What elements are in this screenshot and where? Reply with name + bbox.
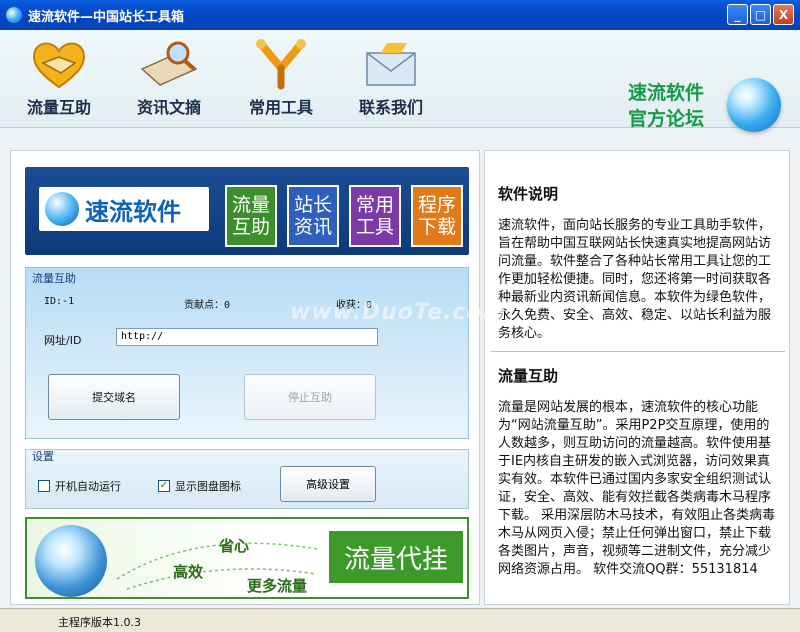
- settings-group-title: 设置: [32, 450, 54, 463]
- mail-icon: [359, 36, 423, 92]
- toolbar-contact-us[interactable]: 联系我们: [346, 36, 436, 118]
- maximize-button[interactable]: □: [750, 4, 771, 25]
- tile-traffic[interactable]: 流量 互助: [225, 185, 277, 247]
- toolbar-label: 流量互助: [26, 98, 91, 117]
- tile-line: 程序: [417, 194, 456, 216]
- toolbar-news-digest[interactable]: 资讯文摘: [124, 36, 214, 118]
- traffic-exchange-group: 流量互助 ID:-1 贡献点：0 收获：0 网址/ID http:// 提交域名…: [25, 267, 469, 439]
- tile-download[interactable]: 程序 下载: [411, 185, 463, 247]
- traffic-group-title: 流量互助: [32, 272, 76, 285]
- logo-orb-icon: [45, 192, 79, 226]
- tile-news[interactable]: 站长 资讯: [287, 185, 339, 247]
- ad-cta[interactable]: 流量代挂: [327, 529, 465, 585]
- user-id: ID:-1: [44, 296, 75, 307]
- app-icon: [6, 7, 22, 23]
- ad-word-more-traffic: 更多流量: [247, 577, 308, 595]
- toolbar-traffic-exchange[interactable]: 流量互助: [14, 36, 104, 118]
- contribution-points: 贡献点：0: [184, 300, 231, 311]
- logo-text: 速流软件: [85, 197, 181, 226]
- autorun-label: 开机自动运行: [55, 480, 121, 493]
- keyboard-search-icon: [137, 36, 201, 92]
- tray-icon-checkbox[interactable]: ✓ 显示图盘图标: [158, 478, 241, 494]
- url-input[interactable]: http://: [116, 328, 378, 346]
- globe-icon[interactable]: [727, 78, 781, 132]
- top-banner: 速流软件 流量 互助 站长 资讯 常用 工具 程序 下载: [25, 167, 469, 255]
- forum-label-line2: 官方论坛: [628, 108, 705, 130]
- toolbar-label: 联系我们: [358, 98, 423, 117]
- handshake-icon: [27, 36, 91, 92]
- software-intro-heading: 软件说明: [498, 185, 559, 203]
- settings-group: 设置 开机自动运行 ✓ 显示图盘图标 高级设置: [25, 449, 469, 509]
- tray-label: 显示图盘图标: [175, 480, 241, 493]
- toolbar-label: 常用工具: [248, 98, 313, 117]
- toolbar-common-tools[interactable]: 常用工具: [236, 36, 326, 118]
- brand-logo: 速流软件: [39, 187, 209, 231]
- tile-line: 常用: [355, 194, 394, 216]
- main-toolbar: 流量互助 资讯文摘 常用工具 联系我们 速流软件 官方论坛: [0, 30, 800, 132]
- url-label: 网址/ID: [44, 334, 82, 347]
- window-controls: _ □ X: [727, 4, 794, 25]
- version-label: 主程序版本1.0.3: [58, 616, 141, 629]
- tile-line: 站长: [293, 194, 332, 216]
- checkbox-box: [38, 480, 50, 492]
- divider: [491, 351, 785, 352]
- traffic-hosting-ad[interactable]: 省心 高效 更多流量 流量代挂: [25, 517, 469, 599]
- tile-line: 工具: [355, 216, 394, 238]
- autorun-checkbox[interactable]: 开机自动运行: [38, 478, 121, 494]
- left-panel: 速流软件 流量 互助 站长 资讯 常用 工具 程序 下载 流量互助 ID:-1 …: [10, 150, 480, 605]
- title-bar: 速流软件—中国站长工具箱 _ □ X: [0, 0, 800, 30]
- tile-tools[interactable]: 常用 工具: [349, 185, 401, 247]
- traffic-exchange-text: 流量是网站发展的根本，速流软件的核心功能为“网站流量互助”。采用P2P交互原理，…: [498, 400, 776, 577]
- right-info-panel: 软件说明 速流软件，面向站长服务的专业工具助手软件，旨在帮助中国互联网站长快速真…: [484, 150, 790, 605]
- checkbox-box: ✓: [158, 480, 170, 492]
- globe-icon: [35, 525, 107, 597]
- stop-exchange-button[interactable]: 停止互助: [244, 374, 376, 420]
- tile-line: 流量: [231, 194, 270, 216]
- ad-word-efficient: 高效: [173, 563, 204, 581]
- close-button[interactable]: X: [773, 4, 794, 25]
- tile-line: 资讯: [293, 216, 332, 238]
- submit-domain-button[interactable]: 提交域名: [48, 374, 180, 420]
- toolbar-label: 资讯文摘: [136, 98, 201, 117]
- tile-line: 互助: [231, 216, 270, 238]
- status-bar: 主程序版本1.0.3: [0, 608, 800, 632]
- watermark: www.DuoTe.com: [290, 300, 507, 325]
- tile-line: 下载: [417, 216, 456, 238]
- tools-icon: [249, 36, 313, 92]
- ad-word-carefree: 省心: [219, 537, 250, 555]
- forum-label-line1: 速流软件: [628, 82, 705, 104]
- software-intro-text: 速流软件，面向站长服务的专业工具助手软件，旨在帮助中国互联网站长快速真实地提高网…: [498, 218, 772, 341]
- minimize-button[interactable]: _: [727, 4, 748, 25]
- advanced-settings-button[interactable]: 高级设置: [280, 466, 376, 502]
- traffic-exchange-heading: 流量互助: [498, 367, 559, 385]
- window-title: 速流软件—中国站长工具箱: [28, 9, 185, 25]
- official-forum-link[interactable]: 速流软件 官方论坛: [628, 80, 704, 132]
